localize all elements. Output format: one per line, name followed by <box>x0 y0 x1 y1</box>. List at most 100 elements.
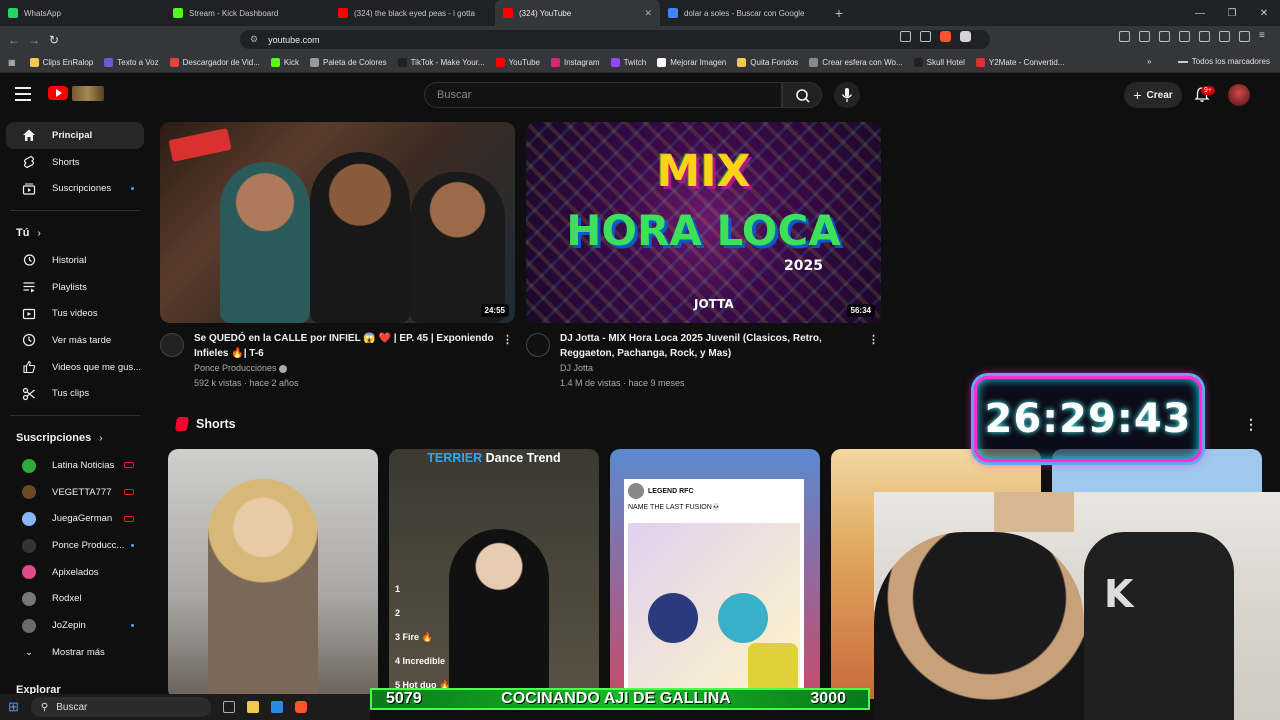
media-icon[interactable] <box>1159 31 1170 42</box>
show-more-button[interactable]: ⌄ Mostrar más <box>6 639 144 666</box>
extensions-icon[interactable] <box>1119 31 1130 42</box>
search-button[interactable] <box>782 82 822 108</box>
browser-tab[interactable]: (324) the black eyed peas - i gotta <box>330 0 495 26</box>
sidebar-item[interactable]: Latina Noticias <box>6 452 144 479</box>
sidebar-item[interactable]: Shorts <box>6 149 144 176</box>
channel-avatar <box>22 565 36 580</box>
install-icon[interactable] <box>900 31 911 42</box>
sidebar-item[interactable]: Playlists <box>6 274 144 301</box>
shelf-more-options-icon[interactable]: ⋮ <box>1244 416 1258 433</box>
downloads-icon[interactable] <box>1139 31 1150 42</box>
video-stats: 1.4 M de vistas · hace 9 meses <box>560 378 685 388</box>
channel-name[interactable]: DJ Jotta <box>560 361 861 376</box>
bookmark-item[interactable]: Crear esfera con Wo... <box>809 58 903 67</box>
taskbar-search-label: Buscar <box>56 701 88 713</box>
browser-tab[interactable]: (324) YouTube ✕ <box>495 0 660 26</box>
bookmark-label: Quita Fondos <box>750 58 799 67</box>
sidebar-item[interactable]: Videos que me gus... <box>6 354 144 381</box>
brave-browser-icon[interactable] <box>294 701 307 713</box>
sidebar-item[interactable]: Tus clips <box>6 381 144 408</box>
browser-tab[interactable]: dolar a soles - Buscar con Google <box>660 0 825 26</box>
video-thumbnail[interactable]: 24:55 <box>160 122 515 323</box>
bookmark-item[interactable]: TikTok - Make Your... <box>397 58 485 67</box>
search-input[interactable]: Buscar <box>424 82 782 108</box>
bookmark-item[interactable]: Descargador de Vid... <box>169 58 260 67</box>
browser-tab[interactable]: WhatsApp <box>0 0 165 26</box>
sidebar-item[interactable]: Historial <box>6 247 144 274</box>
sidebar-item-label: JoZepin <box>52 620 86 632</box>
sidebar-item[interactable]: VEGETTA777 <box>6 479 144 506</box>
leo-icon[interactable] <box>1219 31 1230 42</box>
minimize-icon[interactable]: — <box>1184 0 1216 26</box>
sidebar-item[interactable]: JuegaGerman <box>6 506 144 533</box>
create-button[interactable]: + Crear <box>1124 82 1182 108</box>
sidebar-toggle-icon[interactable] <box>1179 31 1190 42</box>
back-icon[interactable]: ← <box>4 33 24 47</box>
bookmarks-overflow-icon[interactable]: » <box>1147 57 1151 66</box>
close-window-icon[interactable]: ✕ <box>1248 0 1280 26</box>
youtube-doodle-logo[interactable] <box>72 86 104 101</box>
bookmark-item[interactable]: Mejorar Imagen <box>657 58 726 67</box>
restore-icon[interactable]: ❐ <box>1216 0 1248 26</box>
brave-shields-icon[interactable] <box>940 31 951 42</box>
all-bookmarks-button[interactable]: Todos los marcadores <box>1177 57 1270 66</box>
sidebar-item[interactable]: Tus videos <box>6 300 144 327</box>
bookmark-item[interactable]: YouTube <box>495 58 540 67</box>
sidebar-item[interactable]: Ver más tarde <box>6 327 144 354</box>
short-card[interactable] <box>168 449 378 699</box>
channel-avatar[interactable] <box>160 333 184 357</box>
sidebar-item[interactable]: Rodxel <box>6 586 144 613</box>
new-tab-icon[interactable]: + <box>825 0 853 26</box>
menu-icon[interactable]: ≡ <box>1259 31 1270 42</box>
bookmark-item[interactable]: Instagram <box>550 58 600 67</box>
task-view-icon[interactable] <box>222 701 235 713</box>
bookmark-item[interactable]: Clips EnRalop <box>29 58 93 67</box>
home-icon <box>22 128 36 142</box>
video-thumbnail[interactable]: MIX HORA LOCA 2025 JOTTA 56:34 <box>526 122 881 323</box>
sidebar-item[interactable]: Suscripciones <box>6 175 144 202</box>
video-title[interactable]: DJ Jotta - MIX Hora Loca 2025 Juvenil (C… <box>560 331 861 361</box>
store-icon[interactable] <box>270 701 283 713</box>
forward-icon[interactable]: → <box>24 33 44 47</box>
wallet-icon[interactable] <box>1199 31 1210 42</box>
address-bar[interactable]: ⚙ youtube.com <box>240 30 990 49</box>
short-card[interactable]: LEGEND RFC NAME THE LAST FUSION💀 <box>610 449 820 699</box>
more-options-icon[interactable]: ⋮ <box>868 333 879 346</box>
more-options-icon[interactable]: ⋮ <box>502 333 513 346</box>
windows-start-icon[interactable]: ⊞ <box>8 699 19 715</box>
channel-avatar[interactable] <box>526 333 550 357</box>
bookmark-item[interactable]: Kick <box>270 58 299 67</box>
subscriptions-section-header[interactable]: Suscripciones › <box>0 424 150 452</box>
reload-icon[interactable]: ↻ <box>44 33 64 47</box>
tab-close-icon[interactable]: ✕ <box>644 8 652 19</box>
bookmark-item[interactable]: Y2Mate - Convertid... <box>975 58 1064 67</box>
voice-search-button[interactable] <box>834 82 860 108</box>
browser-tab[interactable]: Stream - Kick Dashboard <box>165 0 330 26</box>
bookmark-item[interactable]: Texto a Voz <box>104 58 159 67</box>
file-explorer-icon[interactable] <box>246 701 259 713</box>
menu-hamburger-icon[interactable] <box>15 87 31 101</box>
taskbar-search[interactable]: ⚲ Buscar <box>30 697 211 717</box>
share-icon[interactable] <box>920 31 931 42</box>
you-section-header[interactable]: Tú › <box>0 219 150 247</box>
short-card[interactable]: TERRIER Dance Trend 1 2 3 Fire 🔥 4 Incredib… <box>389 449 599 699</box>
video-card[interactable]: 24:55 Se QUEDÓ en la CALLE por INFIEL 😱 … <box>160 122 515 391</box>
bookmark-item[interactable]: Quita Fondos <box>737 58 798 67</box>
sidebar-item[interactable]: Principal <box>6 122 144 149</box>
bookmark-item[interactable]: Skull Hotel <box>913 58 965 67</box>
video-card[interactable]: MIX HORA LOCA 2025 JOTTA 56:34 DJ Jotta … <box>526 122 881 391</box>
channel-name[interactable]: Ponce Producciones <box>194 361 495 376</box>
rewards-icon[interactable] <box>960 31 971 42</box>
sidebar-item[interactable]: JoZepin <box>6 612 144 639</box>
sidebar-item[interactable]: Ponce Producc... <box>6 532 144 559</box>
bookmark-item[interactable]: Paleta de Colores <box>309 58 387 67</box>
youtube-logo-icon[interactable] <box>48 86 68 100</box>
apps-icon[interactable]: ▦ <box>8 58 16 67</box>
video-title[interactable]: Se QUEDÓ en la CALLE por INFIEL 😱 ❤️ | E… <box>194 331 495 361</box>
vpn-icon[interactable] <box>1239 31 1250 42</box>
bookmark-item[interactable]: Twitch <box>610 58 646 67</box>
account-avatar[interactable] <box>1228 84 1250 106</box>
sidebar-item[interactable]: Apixelados <box>6 559 144 586</box>
site-info-icon[interactable]: ⚙ <box>250 34 258 45</box>
short-overlay-title: TERRIER Dance Trend <box>389 451 599 465</box>
